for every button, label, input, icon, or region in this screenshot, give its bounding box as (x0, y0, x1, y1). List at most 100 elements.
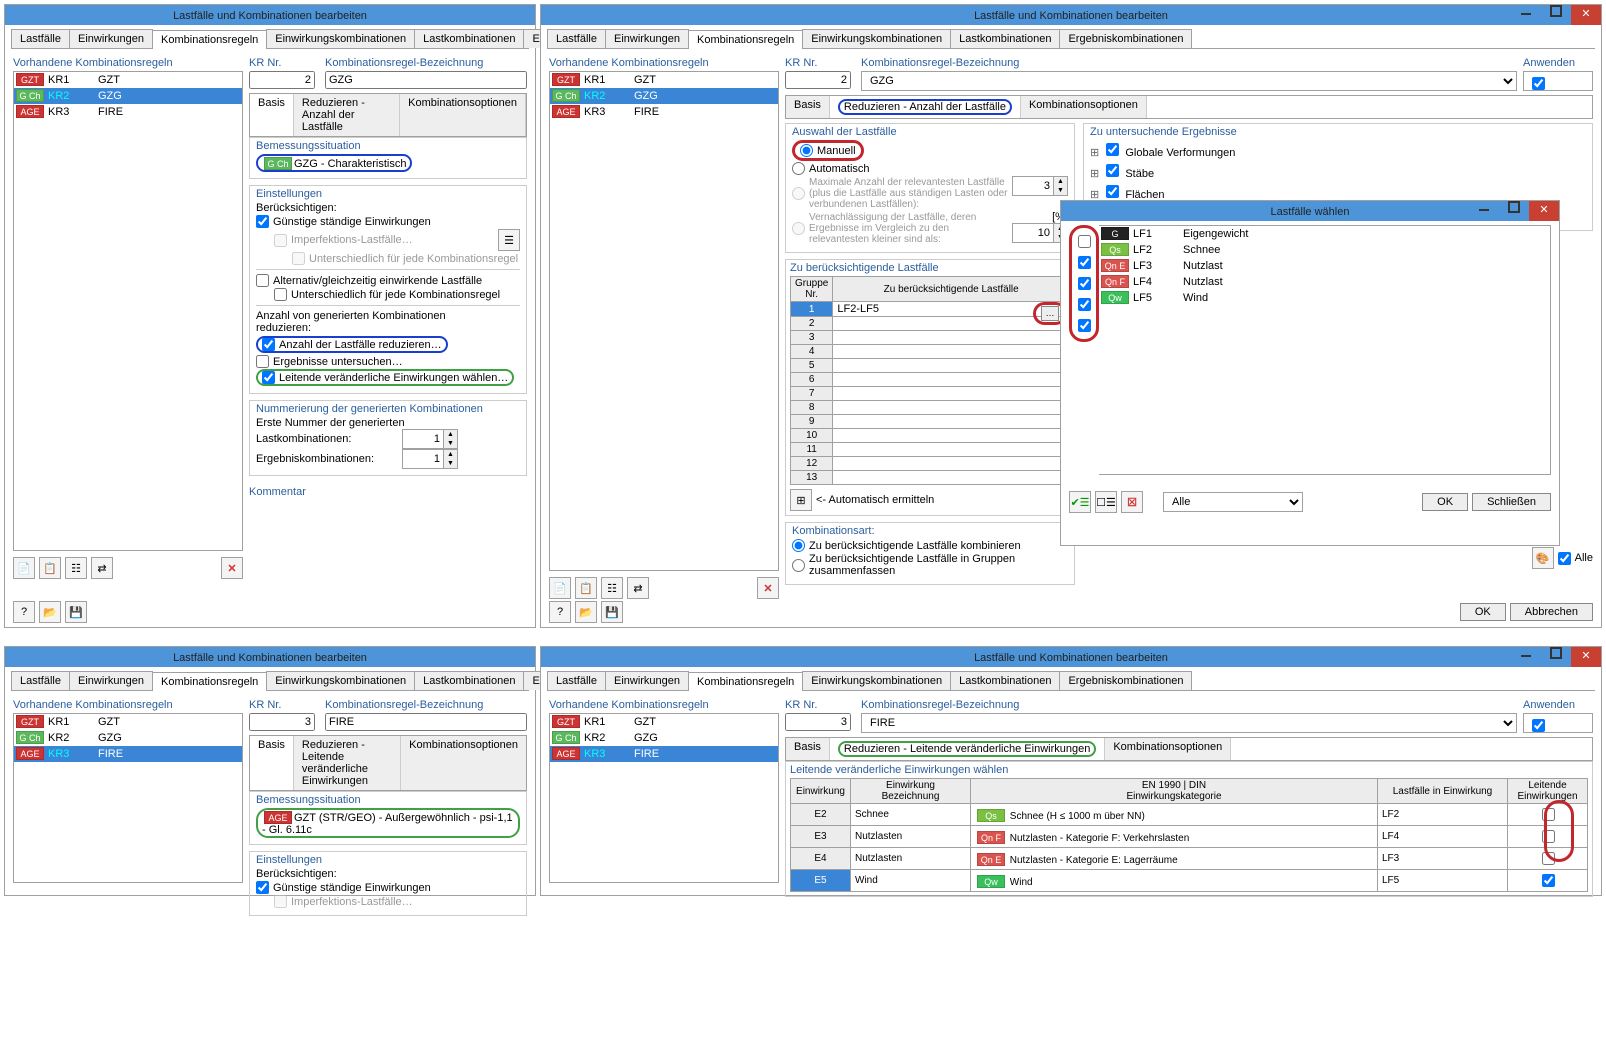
subtab-reduz-anzahl[interactable]: Reduzieren - Anzahl der Lastfälle (830, 96, 1021, 118)
close-icon[interactable] (1529, 201, 1559, 221)
tab-lastkomb[interactable]: Lastkombinationen (414, 29, 524, 48)
chk-erg-unt[interactable] (256, 355, 269, 368)
ok-button[interactable]: OK (1460, 603, 1506, 621)
subtab-reduz-leitende[interactable]: Reduzieren - Leitende veränderliche Einw… (830, 738, 1105, 760)
radio-kombart-a[interactable] (792, 539, 805, 552)
tool-link-icon[interactable]: ⇄ (627, 577, 649, 599)
close-icon[interactable] (1571, 647, 1601, 667)
min-icon[interactable] (1469, 201, 1499, 221)
lf-grid: GruppeNr.Zu berücksichtigende Lastfälle … (790, 276, 1070, 485)
subtab-komboopt[interactable]: Kombinationsoptionen (1105, 738, 1231, 760)
label-kommentar: Kommentar (249, 486, 527, 498)
save-icon[interactable]: 💾 (65, 601, 87, 623)
chk-leit-ver[interactable] (262, 371, 275, 384)
lf-row[interactable]: GLF1Eigengewicht (1099, 226, 1550, 242)
open-icon[interactable]: 📂 (575, 601, 597, 623)
label-nummerierung: Nummerierung der generierten Kombination… (256, 403, 520, 415)
chk-anz-lf-red[interactable] (262, 338, 275, 351)
chk-altgleich[interactable] (256, 274, 269, 287)
tool-list-icon[interactable]: ☷ (65, 557, 87, 579)
subtab-reduz-leitende[interactable]: Reduzieren - Leitende veränderliche Einw… (294, 736, 401, 790)
tab-einwirkungen[interactable]: Einwirkungen (69, 29, 153, 48)
clear-icon[interactable]: ☒ (1121, 491, 1143, 513)
spin-lastkomb[interactable] (403, 430, 443, 448)
spin-ergkomb[interactable] (403, 450, 443, 468)
abbrechen-button[interactable]: Abbrechen (1510, 603, 1593, 621)
chk-anwenden[interactable] (1532, 719, 1545, 732)
subtab-reduz-anzahl[interactable]: Reduzieren - Anzahl der Lastfälle (294, 94, 400, 136)
bez-field[interactable] (325, 71, 527, 89)
tool-link-icon[interactable]: ⇄ (91, 557, 113, 579)
lf-row[interactable]: Qn FLF4Nutzlast (1099, 274, 1550, 290)
delete-icon[interactable]: ✕ (221, 557, 243, 579)
subtab-basis[interactable]: Basis (250, 736, 294, 790)
bemessung-highlight: G ChGZG - Charakteristisch (256, 154, 412, 172)
krnr-field (249, 713, 315, 731)
chk-alle[interactable] (1558, 552, 1571, 565)
lf-checkbox[interactable] (1078, 298, 1091, 311)
subtab-komboopt[interactable]: Kombinationsoptionen (1021, 96, 1147, 118)
bez-select[interactable]: GZG (861, 71, 1517, 91)
lf-row[interactable]: QwLF5Wind (1099, 290, 1550, 306)
radio-auto[interactable] (792, 162, 805, 175)
tab-einwirkungskomb[interactable]: Einwirkungskombinationen (266, 29, 415, 48)
tab-lastfaelle[interactable]: Lastfälle (11, 29, 70, 48)
radio-kombart-b[interactable] (792, 559, 805, 572)
tab-kombinationsregeln[interactable]: Kombinationsregeln (152, 30, 267, 49)
min-icon[interactable] (1511, 5, 1541, 25)
help-icon[interactable]: ? (549, 601, 571, 623)
save-icon[interactable]: 💾 (601, 601, 623, 623)
min-icon[interactable] (1511, 647, 1541, 667)
tool-list-icon[interactable]: ☷ (601, 577, 623, 599)
kr-row[interactable]: GZTKR1GZT (14, 72, 242, 88)
lf-checkbox[interactable] (1078, 256, 1091, 269)
imperf-detail-icon[interactable]: ☰ (498, 229, 520, 251)
close-icon[interactable] (1571, 5, 1601, 25)
kr-row[interactable]: AGEKR3FIRE (14, 104, 242, 120)
tool-new-icon[interactable]: 📄 (13, 557, 35, 579)
open-icon[interactable]: 📂 (39, 601, 61, 623)
delete-icon[interactable]: ✕ (757, 577, 779, 599)
color-tool-icon[interactable]: 🎨 (1532, 547, 1554, 569)
chk-guenstig[interactable] (256, 215, 269, 228)
help-icon[interactable]: ? (13, 601, 35, 623)
subtab-komboopt[interactable]: Kombinationsoptionen (400, 94, 526, 136)
spin-pct[interactable] (1013, 224, 1053, 242)
max-icon[interactable] (1541, 647, 1571, 667)
lf-row[interactable]: Qn ELF3Nutzlast (1099, 258, 1550, 274)
bez-field[interactable] (325, 713, 527, 731)
uncheck-all-icon[interactable]: ☐☰ (1095, 491, 1117, 513)
kr-row[interactable]: G ChKR2GZG (14, 88, 242, 104)
grid-cell-1[interactable]: LF2-LF5… (833, 302, 1070, 317)
chk-leitend[interactable] (1542, 874, 1555, 887)
radio-manuell[interactable] (800, 144, 813, 157)
subtab-basis[interactable]: Basis (250, 94, 294, 136)
main-tabs: Lastfälle Einwirkungen Kombinationsregel… (11, 29, 529, 49)
max-icon[interactable] (1499, 201, 1529, 221)
ellipsis-button[interactable]: … (1041, 306, 1059, 321)
subtab-basis[interactable]: Basis (786, 96, 830, 118)
lf-checkbox[interactable] (1078, 277, 1091, 290)
max-icon[interactable] (1541, 5, 1571, 25)
lf-checkbox[interactable] (1078, 235, 1091, 248)
chk-guenstig[interactable] (256, 881, 269, 894)
label-vorhandene: Vorhandene Kombinationsregeln (13, 57, 243, 69)
chk-anwenden[interactable] (1532, 77, 1545, 90)
tool-copy-icon[interactable]: 📋 (39, 557, 61, 579)
lf-checkbox[interactable] (1078, 319, 1091, 332)
auto-detect-icon[interactable]: ⊞ (790, 489, 812, 511)
tool-new-icon[interactable]: 📄 (549, 577, 571, 599)
chk-untersch2[interactable] (274, 288, 287, 301)
lf-row[interactable]: QsLF2Schnee (1099, 242, 1550, 258)
bez-select[interactable]: FIRE (861, 713, 1517, 733)
krnr-field (249, 71, 315, 89)
ok-button[interactable]: OK (1422, 493, 1468, 511)
subtab-komboopt[interactable]: Kombinationsoptionen (401, 736, 526, 790)
tool-copy-icon[interactable]: 📋 (575, 577, 597, 599)
subtab-basis[interactable]: Basis (786, 738, 830, 760)
schliessen-button[interactable]: Schließen (1472, 493, 1551, 511)
chk-imperf (274, 895, 287, 908)
check-all-icon[interactable]: ✔☰ (1069, 491, 1091, 513)
spin-max[interactable] (1013, 177, 1053, 195)
filter-select[interactable]: Alle (1163, 492, 1303, 512)
